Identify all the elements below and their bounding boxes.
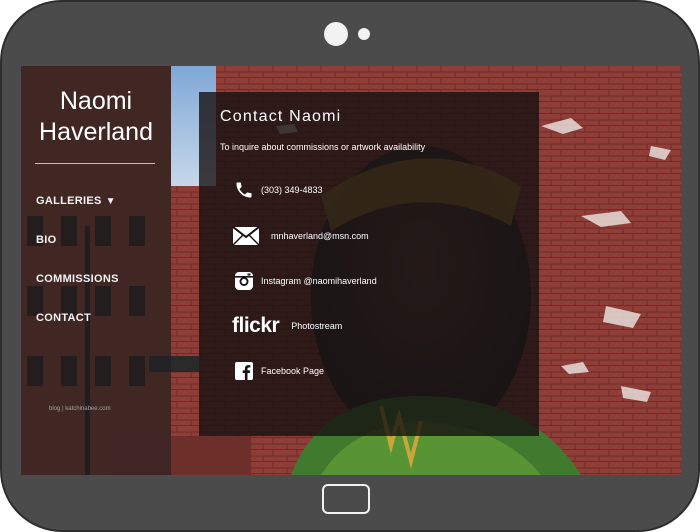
site-title[interactable]: Naomi Haverland [21, 86, 171, 148]
email-address: mnhaverland@msn.com [271, 231, 369, 241]
home-button[interactable] [322, 484, 370, 514]
contact-email[interactable]: mnhaverland@msn.com [231, 223, 369, 249]
nav-item-bio[interactable]: BIO [36, 233, 166, 247]
envelope-icon [231, 223, 261, 249]
flickr-photostream: Photostream [291, 321, 343, 331]
nav-item-contact[interactable]: CONTACT [36, 311, 166, 325]
camera-sensor [358, 28, 370, 40]
title-divider [35, 163, 155, 164]
flickr-logo-icon: flickr [232, 314, 280, 337]
nav-item-label: GALLERIES [36, 195, 102, 207]
site-title-line-1: Naomi [59, 87, 133, 115]
facebook-icon [231, 358, 257, 384]
contact-flickr[interactable]: flickr Photostream [232, 313, 342, 339]
contact-facebook[interactable]: Facebook Page [231, 358, 324, 384]
nav-item-label: CONTACT [36, 312, 92, 324]
facebook-page-link: Facebook Page [261, 366, 325, 376]
dropdown-arrow-icon: ▼ [105, 196, 116, 207]
sidebar: Naomi Haverland GALLERIES ▼ BIO COMMISSIO… [21, 66, 171, 475]
nav-item-galleries[interactable]: GALLERIES ▼ [36, 194, 166, 208]
phone-icon [231, 177, 257, 203]
contact-instagram[interactable]: Instagram @naomihaverland [231, 268, 377, 294]
tablet-frame: Naomi Haverland GALLERIES ▼ BIO COMMISSIO… [0, 0, 700, 532]
sidebar-footer-link[interactable]: blog | katchinabee.com [49, 406, 111, 412]
phone-number: (303) 349-4833 [261, 185, 323, 195]
instagram-icon [231, 268, 257, 294]
screen: Naomi Haverland GALLERIES ▼ BIO COMMISSIO… [21, 66, 681, 475]
contact-phone[interactable]: (303) 349-4833 [231, 177, 323, 203]
contact-panel: Contact Naomi To inquire about commissio… [199, 92, 539, 436]
nav-item-label: COMMISSIONS [36, 273, 119, 285]
site-title-line-2: Haverland [39, 118, 153, 146]
camera-lens [324, 22, 348, 46]
contact-heading: Contact Naomi [220, 108, 342, 125]
nav-item-label: BIO [36, 234, 57, 246]
main-nav: GALLERIES ▼ BIO COMMISSIONS CONTACT [36, 194, 166, 350]
nav-item-commissions[interactable]: COMMISSIONS [36, 272, 166, 286]
instagram-handle: Instagram @naomihaverland [261, 276, 377, 286]
contact-subtitle: To inquire about commissions or artwork … [220, 142, 426, 152]
